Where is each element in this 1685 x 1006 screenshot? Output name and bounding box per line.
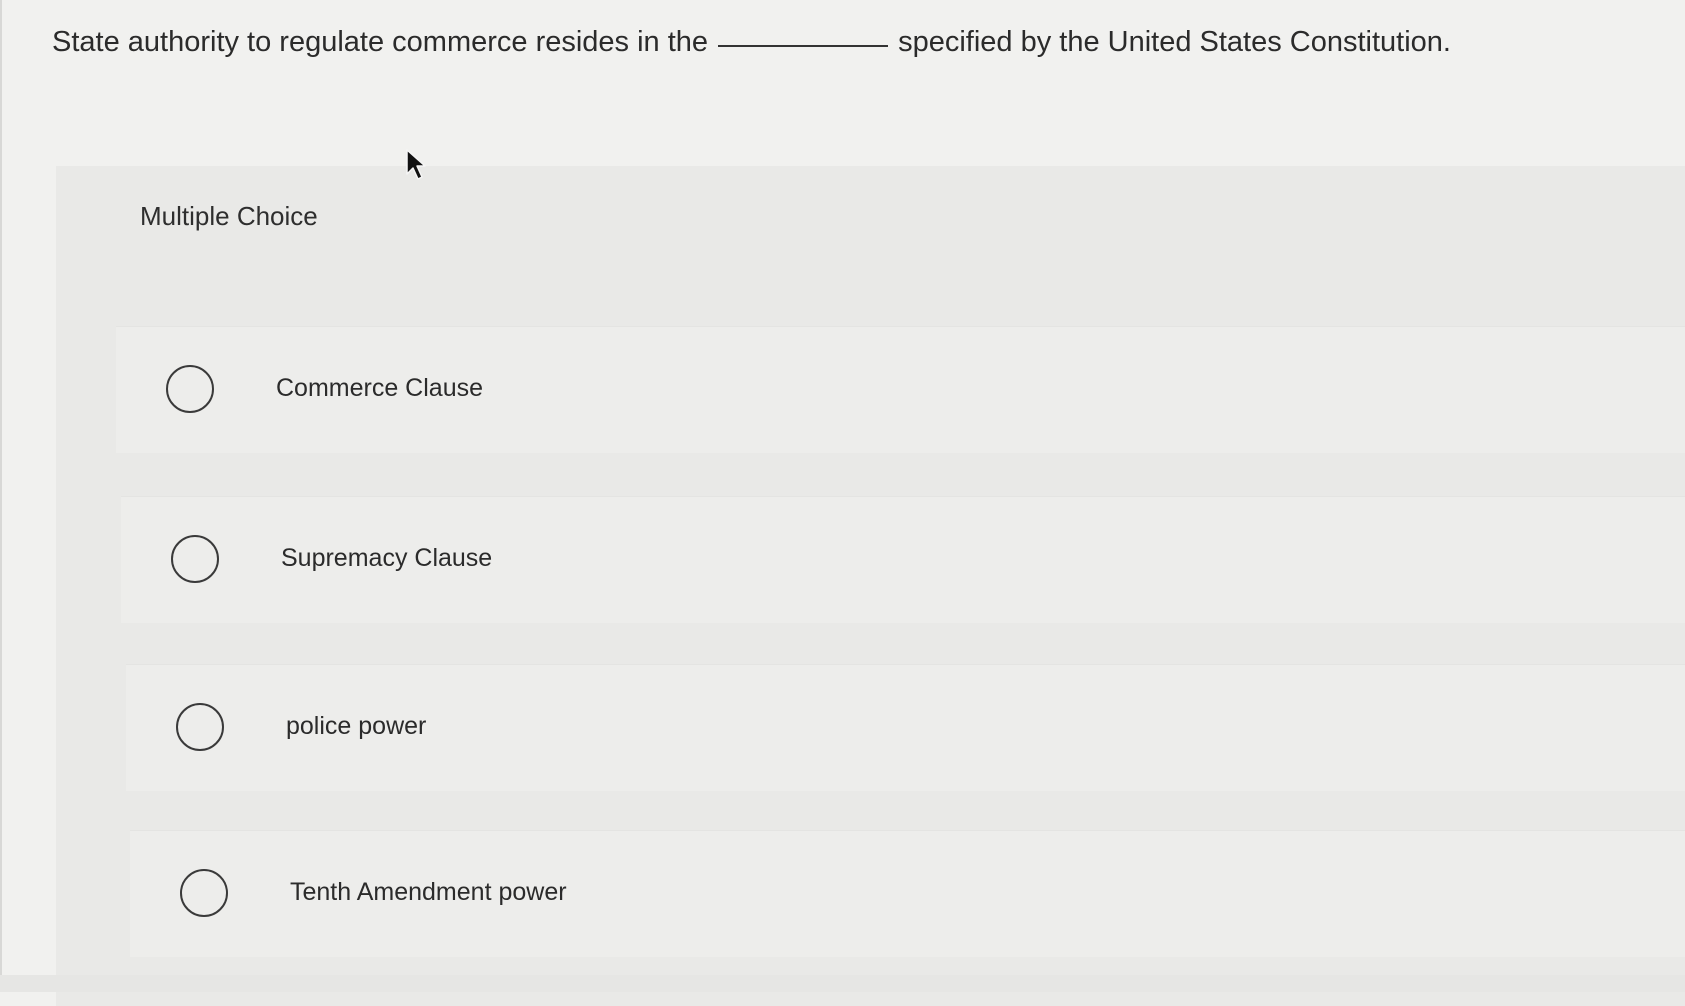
answer-blank — [718, 45, 889, 47]
option-label[interactable]: police power — [286, 712, 426, 741]
page-bottom-edge — [0, 975, 1685, 992]
answer-option-tenth-amendment-power[interactable]: Tenth Amendment power — [130, 830, 1685, 957]
answer-option-commerce-clause[interactable]: Commerce Clause — [116, 326, 1685, 453]
card-header: Multiple Choice — [56, 166, 1685, 262]
option-label[interactable]: Supremacy Clause — [281, 544, 492, 573]
question-text: State authority to regulate commerce res… — [52, 26, 1451, 59]
option-label[interactable]: Tenth Amendment power — [290, 878, 567, 907]
answer-option-supremacy-clause[interactable]: Supremacy Clause — [121, 496, 1685, 623]
radio-button[interactable] — [166, 365, 214, 413]
answer-option-police-power[interactable]: police power — [126, 664, 1685, 791]
option-label[interactable]: Commerce Clause — [276, 374, 483, 403]
mouse-pointer-icon — [406, 149, 426, 180]
card-title: Multiple Choice — [140, 201, 318, 231]
radio-button[interactable] — [171, 535, 219, 583]
radio-button[interactable] — [180, 869, 228, 917]
window-left-edge — [0, 0, 2, 992]
question-text-before-blank: State authority to regulate commerce res… — [52, 26, 709, 58]
question-text-after-blank: specified by the United States Constitut… — [898, 26, 1451, 58]
radio-button[interactable] — [176, 703, 224, 751]
